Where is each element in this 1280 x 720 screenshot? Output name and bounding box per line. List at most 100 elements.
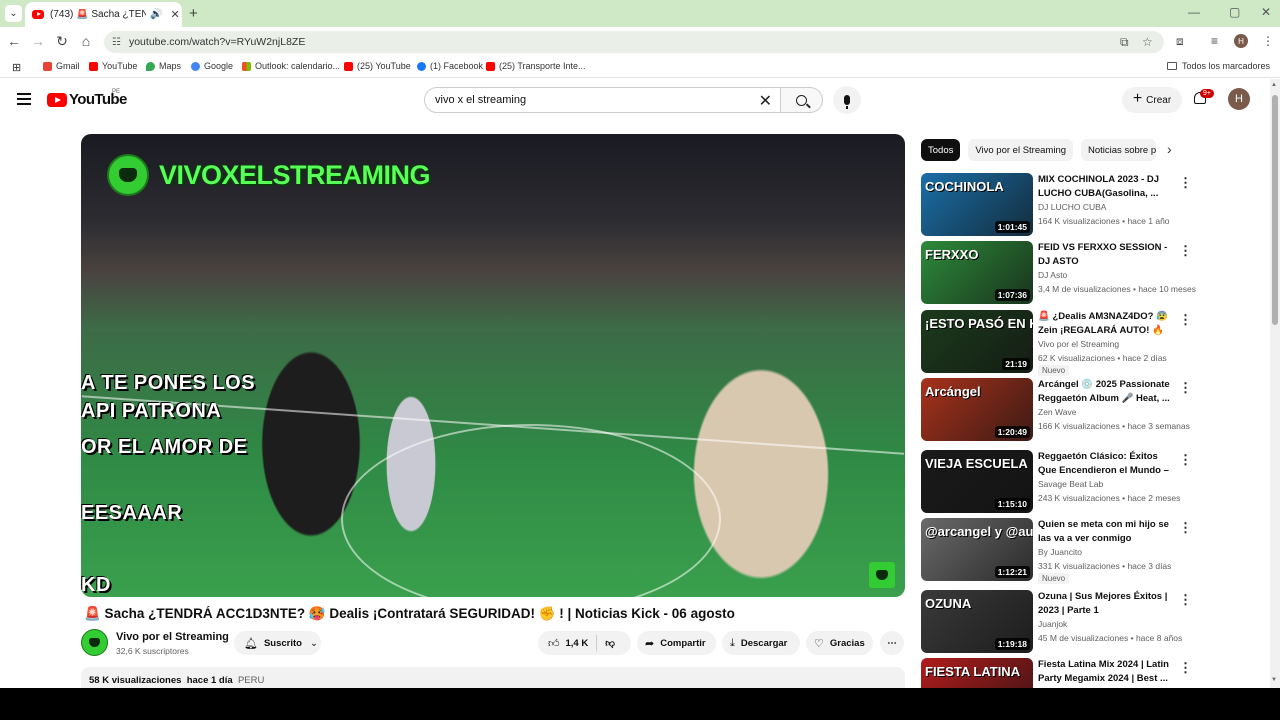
more-vertical-icon[interactable]: ⋮ (1179, 243, 1192, 259)
recommendation-title[interactable]: MIX COCHINOLA 2023 - DJ LUCHO CUBA(Gasol… (1038, 173, 1178, 200)
scroll-down-icon[interactable]: ▼ (1271, 677, 1277, 683)
home-icon[interactable]: ⌂ (77, 33, 95, 49)
subscribed-button[interactable]: 🔔︎ Suscrito ⌄ (234, 631, 321, 655)
recommendation-card[interactable]: OZUNA 1:19:18 Ozuna | Sus Mejores Éxitos |… (921, 590, 1261, 654)
video-thumbnail[interactable]: COCHINOLA 1:01:45 (921, 173, 1033, 236)
recommendation-title[interactable]: Reggaetón Clásico: Éxitos Que Encendiero… (1038, 450, 1178, 477)
more-actions-button[interactable]: ⋯ (880, 631, 904, 655)
bookmark-google[interactable]: Google (191, 61, 233, 71)
scroll-up-icon[interactable]: ▲ (1271, 82, 1277, 88)
browser-profile-avatar[interactable]: H (1234, 34, 1248, 48)
recommendation-channel[interactable]: Vivo por el Streaming (1038, 339, 1119, 349)
video-thumbnail[interactable]: FERXXO 1:07:36 (921, 241, 1033, 304)
recommendation-channel[interactable]: Juanjok (1038, 619, 1067, 629)
maximize-icon[interactable]: ▢ (1229, 5, 1240, 19)
more-vertical-icon[interactable]: ⋮ (1179, 660, 1192, 676)
more-vertical-icon[interactable]: ⋮ (1179, 452, 1192, 468)
search-query: vivo x el streaming (435, 94, 527, 106)
more-vertical-icon[interactable]: ⋮ (1179, 175, 1192, 191)
bookmark-facebook[interactable]: (1) Facebook (417, 61, 483, 71)
thumbnail-text: FERXXO (925, 247, 979, 262)
recommendation-card[interactable]: COCHINOLA 1:01:45 MIX COCHINOLA 2023 - DJ … (921, 173, 1261, 237)
recommendation-title[interactable]: Ozuna | Sus Mejores Éxitos | 2023 | Part… (1038, 590, 1178, 617)
chip-all[interactable]: Todos (921, 139, 961, 161)
extensions-icon[interactable]: ⧈ (1176, 34, 1184, 49)
close-icon[interactable]: ✕ (170, 8, 179, 21)
video-thumbnail[interactable]: Arcángel 1:20:49 (921, 378, 1033, 441)
media-controls-icon[interactable]: ≡ (1211, 34, 1218, 48)
chip-vivo-por-el-streaming[interactable]: Vivo por el Streaming (968, 139, 1074, 161)
recommendation-card[interactable]: @arcangel y @austincito 1:12:21 Quien se m… (921, 518, 1261, 584)
account-avatar[interactable]: H (1228, 88, 1250, 110)
video-thumbnail[interactable]: @arcangel y @austincito 1:12:21 (921, 518, 1033, 581)
chevron-right-icon[interactable]: › (1167, 141, 1172, 157)
address-bar[interactable]: ☷ youtube.com/watch?v=RYuW2njL8ZE ⧉ ☆ (104, 31, 1164, 53)
more-vertical-icon[interactable]: ⋮ (1179, 592, 1192, 608)
speaker-icon[interactable]: 🔊 (150, 9, 162, 20)
tab-active[interactable]: (743) 🚨 Sacha ¿TENDRÁ ACC1D3NTE? 🥵 Deali… (25, 2, 182, 27)
recommendation-title[interactable]: Arcángel 💿 2025 Passionate Reggaetón Alb… (1038, 378, 1178, 405)
bookmark-gmail[interactable]: Gmail (43, 61, 80, 71)
more-vertical-icon[interactable]: ⋮ (1179, 312, 1192, 328)
recommendation-channel[interactable]: Zen Wave (1038, 407, 1076, 417)
bookmark-star-icon[interactable]: ☆ (1142, 35, 1153, 49)
apps-grid-icon[interactable]: ⊞ (12, 61, 21, 74)
recommendation-card[interactable]: FERXXO 1:07:36 FEID VS FERXXO SESSION - DJ… (921, 241, 1261, 305)
channel-avatar[interactable] (81, 629, 108, 656)
channel-name[interactable]: Vivo por el Streaming (116, 631, 229, 643)
video-thumbnail[interactable]: OZUNA 1:19:18 (921, 590, 1033, 653)
video-duration: 1:19:18 (994, 638, 1030, 650)
share-button[interactable]: ➦ Compartir (637, 631, 716, 655)
search-input[interactable]: vivo x el streaming ✕ (424, 87, 781, 113)
video-thumbnail[interactable]: ¡ESTO PASÓ EN KICK! 21:19 (921, 310, 1033, 373)
bookmark-youtube-25[interactable]: (25) YouTube (344, 61, 411, 71)
download-button[interactable]: ⤓ Descargar (722, 631, 800, 655)
bookmark-transporte[interactable]: (25) Transporte Inte... (486, 61, 586, 71)
site-info-icon[interactable]: ☷ (112, 37, 121, 48)
browser-menu-icon[interactable]: ⋮ (1262, 34, 1274, 48)
recommendation-channel[interactable]: DJ Asto (1038, 270, 1067, 280)
more-vertical-icon[interactable]: ⋮ (1179, 520, 1192, 536)
like-button[interactable]: 👍︎ 1,4 K (548, 637, 588, 650)
voice-search-button[interactable] (833, 86, 861, 114)
recommendation-channel[interactable]: DJ LUCHO CUBA (1038, 202, 1106, 212)
back-arrow-icon[interactable]: ← (5, 33, 23, 49)
scroll-thumb[interactable] (1272, 95, 1278, 325)
reload-icon[interactable]: ↻ (53, 33, 71, 50)
page-scrollbar[interactable]: ▲ ▼ (1270, 79, 1280, 688)
tab-search-icon[interactable]: ⌄ (5, 5, 22, 22)
bookmark-maps[interactable]: Maps (146, 61, 181, 71)
video-player[interactable]: VIVOXELSTREAMING A TE PONES LOS API PATR… (81, 134, 905, 597)
hamburger-menu-icon[interactable] (17, 93, 31, 105)
more-vertical-icon[interactable]: ⋮ (1179, 380, 1192, 396)
recommendation-title[interactable]: 🚨 ¿Dealis AM3NAZ4DO? 😰 Zein ¡REGALARÁ AU… (1038, 310, 1178, 337)
recommendation-card[interactable]: ¡ESTO PASÓ EN KICK! 21:19 🚨 ¿Dealis AM3NAZ… (921, 310, 1261, 376)
window-close-icon[interactable]: ✕ (1261, 5, 1271, 19)
recommendation-title[interactable]: Quien se meta con mi hijo se las va a ve… (1038, 518, 1178, 545)
dislike-button[interactable]: 👎︎ (605, 637, 615, 649)
new-tab-plus-icon[interactable]: + (189, 5, 198, 22)
like-dislike-group: 👍︎ 1,4 K 👎︎ (538, 631, 631, 655)
recommendation-card[interactable]: Arcángel 1:20:49 Arcángel 💿 2025 Passionat… (921, 378, 1261, 442)
youtube-logo[interactable]: YouTube PE (47, 89, 127, 108)
bookmark-youtube[interactable]: YouTube (89, 61, 137, 71)
location-tag[interactable]: PERU (238, 675, 264, 686)
recommendation-title[interactable]: FEID VS FERXXO SESSION - DJ ASTO (1038, 241, 1178, 268)
recommendation-channel[interactable]: By Juancito (1038, 547, 1082, 557)
thanks-button[interactable]: ♡ Gracias (806, 631, 873, 655)
microphone-icon (844, 95, 850, 109)
recommendation-card[interactable]: VIEJA ESCUELA 1:15:10 Reggaetón Clásico: É… (921, 450, 1261, 514)
bookmark-outlook[interactable]: Outlook: calendario... (242, 61, 340, 71)
clear-search-icon[interactable]: ✕ (759, 91, 772, 111)
all-bookmarks[interactable]: Todos los marcadores (1166, 61, 1270, 71)
recommendation-channel[interactable]: Savage Beat Lab (1038, 479, 1103, 489)
recommendation-title[interactable]: Fiesta Latina Mix 2024 | Latin Party Meg… (1038, 658, 1178, 685)
forward-arrow-icon[interactable]: → (29, 33, 47, 49)
install-app-icon[interactable]: ⧉ (1120, 35, 1129, 50)
create-button[interactable]: + Crear (1122, 87, 1182, 113)
video-thumbnail[interactable]: VIEJA ESCUELA 1:15:10 (921, 450, 1033, 513)
thumbnail-text: ¡ESTO PASÓ EN KICK! (925, 316, 1033, 331)
search-button[interactable] (781, 87, 823, 113)
minimize-icon[interactable]: — (1188, 5, 1200, 19)
chip-noticias[interactable]: Noticias sobre p (1081, 139, 1157, 161)
